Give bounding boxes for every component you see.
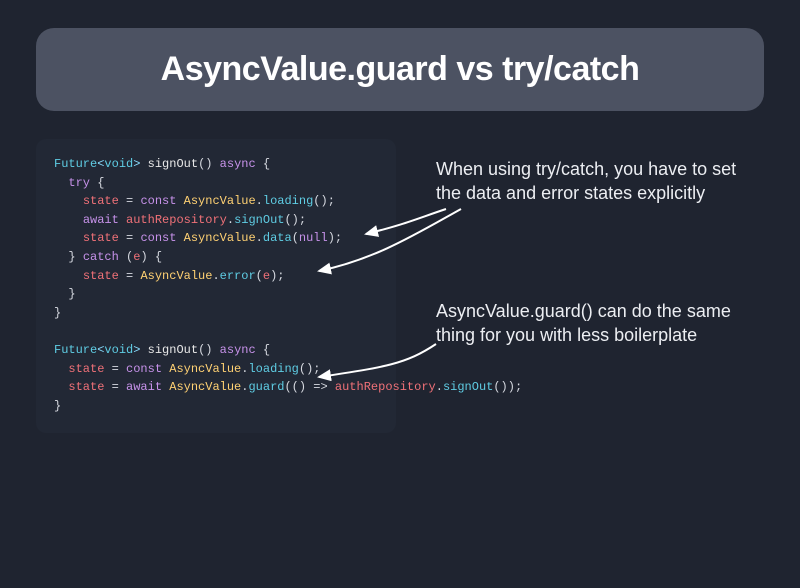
code-line-6: } catch (e) {	[54, 250, 162, 264]
code-line-11: state = const AsyncValue.loading();	[54, 362, 321, 376]
code-line-5: state = const AsyncValue.data(null);	[54, 231, 342, 245]
annotation-guard: AsyncValue.guard() can do the same thing…	[436, 299, 766, 348]
code-line-12: state = await AsyncValue.guard(() => aut…	[54, 380, 522, 394]
code-block: Future<void> signOut() async { try { sta…	[36, 139, 396, 433]
code-line-13: }	[54, 399, 61, 413]
code-line-10: Future<void> signOut() async {	[54, 343, 270, 357]
title-bar: AsyncValue.guard vs try/catch	[36, 28, 764, 111]
code-line-8: }	[54, 287, 76, 301]
code-line-9: }	[54, 306, 61, 320]
code-line-3: state = const AsyncValue.loading();	[54, 194, 335, 208]
annotation-trycatch: When using try/catch, you have to set th…	[436, 157, 766, 206]
code-line-4: await authRepository.signOut();	[54, 213, 306, 227]
slide-title: AsyncValue.guard vs try/catch	[46, 50, 754, 89]
code-line-2: try {	[54, 176, 104, 190]
code-line-1: Future<void> signOut() async {	[54, 157, 270, 171]
code-line-7: state = AsyncValue.error(e);	[54, 269, 284, 283]
content-area: Future<void> signOut() async { try { sta…	[36, 139, 764, 539]
